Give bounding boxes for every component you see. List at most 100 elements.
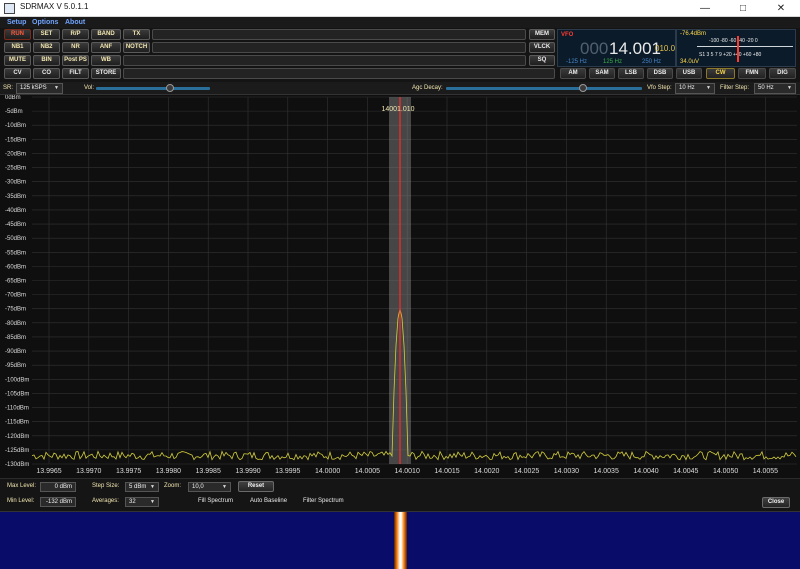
y-axis-label: -70dBm xyxy=(5,293,26,299)
store-button[interactable]: STORE xyxy=(91,68,121,79)
notch-button[interactable]: NOTCH xyxy=(123,42,150,53)
mode-cw-button[interactable]: CW xyxy=(706,68,735,79)
max-level-label: Max Level: xyxy=(7,483,37,489)
volume-slider-thumb[interactable] xyxy=(166,84,175,92)
close-window-button[interactable]: ✕ xyxy=(762,0,800,17)
y-axis-label: -20dBm xyxy=(5,151,26,157)
menu-options[interactable]: Options xyxy=(32,17,58,28)
y-axis-label: -25dBm xyxy=(5,166,26,172)
wb-button[interactable]: WB xyxy=(91,55,121,66)
x-axis-label: 13.9970 xyxy=(76,468,101,475)
spectrum-plot[interactable]: 0dBm -5dBm -10dBm -15dBm -20dBm -25dBm -30dBm -… xyxy=(0,95,800,478)
chevron-down-icon: ▼ xyxy=(150,484,155,490)
co-button[interactable]: CO xyxy=(33,68,60,79)
mode-fmn-button[interactable]: FMN xyxy=(738,68,766,79)
zoom-select[interactable]: 10,0 ▼ xyxy=(188,482,231,492)
mode-dsb-button[interactable]: DSB xyxy=(647,68,673,79)
rp-button[interactable]: R/P xyxy=(62,29,89,40)
s-meter: -76.4dBm -100 -80 -60 -40 -20 0 S1 3 5 7… xyxy=(676,29,796,67)
x-axis-label: 14.0005 xyxy=(355,468,380,475)
spectrum-settings: Max Level: 0 dBm Min Level: -132 dBm Ste… xyxy=(0,478,800,511)
cv-button[interactable]: CV xyxy=(4,68,31,79)
y-axis-label: -110dBm xyxy=(5,406,29,412)
x-axis-label: 14.0000 xyxy=(315,468,340,475)
y-axis-label: -50dBm xyxy=(5,236,26,242)
chevron-down-icon: ▼ xyxy=(54,85,59,91)
vfo-step-value: 10 Hz xyxy=(679,85,695,91)
vlck-button[interactable]: VLCK xyxy=(529,42,555,53)
window-title: SDRMAX V 5.0.1.1 xyxy=(20,2,89,11)
spectrum-display[interactable]: 0dBm -5dBm -10dBm -15dBm -20dBm -25dBm -30dBm -… xyxy=(0,95,800,478)
auto-baseline-toggle[interactable]: Auto Baseline xyxy=(250,498,287,504)
vfo-marker-label: 14001.010 xyxy=(381,106,414,113)
step-size-select[interactable]: 5 dBm ▼ xyxy=(125,482,159,492)
sample-rate-value: 125 kSPS xyxy=(20,85,47,91)
x-axis-label: 14.0015 xyxy=(434,468,459,475)
volume-slider[interactable] xyxy=(96,87,210,90)
min-level-field[interactable]: -132 dBm xyxy=(40,497,76,507)
y-axis-label: -5dBm xyxy=(5,109,23,115)
y-axis-label: -75dBm xyxy=(5,307,26,313)
run-button[interactable]: RUN xyxy=(4,29,31,40)
x-axis-label: 14.0045 xyxy=(673,468,698,475)
sdrmax-window: SDRMAX V 5.0.1.1 — □ ✕ Setup Options Abo… xyxy=(0,0,800,569)
waterfall-display[interactable] xyxy=(0,511,800,569)
nr-button[interactable]: NR xyxy=(62,42,89,53)
averages-label: Averages: xyxy=(92,498,119,504)
y-axis-label: -10dBm xyxy=(5,123,26,129)
mem-button[interactable]: MEM xyxy=(529,29,555,40)
y-axis-label: -40dBm xyxy=(5,208,26,214)
y-axis-label: -120dBm xyxy=(5,434,29,440)
vfo-frequency[interactable]: 14.001 xyxy=(609,39,661,59)
menu-bar: Setup Options About xyxy=(0,17,800,28)
min-level-label: Min Level: xyxy=(7,498,35,504)
mute-button[interactable]: MUTE xyxy=(4,55,31,66)
agc-decay-slider[interactable] xyxy=(446,87,642,90)
filter-step-select[interactable]: 50 Hz ▼ xyxy=(754,83,796,94)
bin-button[interactable]: BIN xyxy=(33,55,60,66)
tx-button[interactable]: TX xyxy=(123,29,150,40)
vfo-step-select[interactable]: 10 Hz ▼ xyxy=(675,83,715,94)
y-axis-label: -30dBm xyxy=(5,180,26,186)
nb1-button[interactable]: NB1 xyxy=(4,42,31,53)
max-level-field[interactable]: 0 dBm xyxy=(40,482,76,492)
x-axis-label: 14.0020 xyxy=(474,468,499,475)
averages-select[interactable]: 32 ▼ xyxy=(125,497,159,507)
close-settings-button[interactable]: Close xyxy=(762,497,790,508)
maximize-button[interactable]: □ xyxy=(724,0,762,17)
filt-button[interactable]: FILT xyxy=(62,68,89,79)
y-axis-label: -35dBm xyxy=(5,194,26,200)
sq-button[interactable]: SQ xyxy=(529,55,555,66)
mode-dig-button[interactable]: DIG xyxy=(769,68,796,79)
minimize-icon: — xyxy=(700,3,710,14)
y-axis-label: -65dBm xyxy=(5,279,26,285)
filter-spectrum-toggle[interactable]: Filter Spectrum xyxy=(303,498,344,504)
step-size-value: 5 dBm xyxy=(129,484,147,490)
reset-button[interactable]: Reset xyxy=(238,481,274,492)
anf-button[interactable]: ANF xyxy=(91,42,121,53)
mode-am-button[interactable]: AM xyxy=(560,68,586,79)
menu-about[interactable]: About xyxy=(65,17,85,28)
filter-step-value: 50 Hz xyxy=(758,85,774,91)
minimize-button[interactable]: — xyxy=(686,0,724,17)
menu-setup[interactable]: Setup xyxy=(7,17,26,28)
y-axis-label: -125dBm xyxy=(5,448,29,454)
s-meter-scale-line xyxy=(697,46,793,47)
y-axis-label: -15dBm xyxy=(5,137,26,143)
sample-rate-select[interactable]: 125 kSPS ▼ xyxy=(16,83,63,94)
agc-decay-slider-thumb[interactable] xyxy=(579,84,588,92)
mode-sam-button[interactable]: SAM xyxy=(589,68,615,79)
y-axis-label: -115dBm xyxy=(5,420,29,426)
x-axis-label: 14.0030 xyxy=(554,468,579,475)
chevron-down-icon: ▼ xyxy=(222,484,227,490)
band-button[interactable]: BAND xyxy=(91,29,121,40)
post-ps-button[interactable]: Post PS xyxy=(62,55,89,66)
vfo-display[interactable]: VFO 000 14.001 010.0 -125 Hz 125 Hz 250 … xyxy=(557,29,676,67)
mode-lsb-button[interactable]: LSB xyxy=(618,68,644,79)
title-bar: SDRMAX V 5.0.1.1 — □ ✕ xyxy=(0,0,800,17)
y-axis-label: -130dBm xyxy=(5,462,29,468)
nb2-button[interactable]: NB2 xyxy=(33,42,60,53)
set-button[interactable]: SET xyxy=(33,29,60,40)
mode-usb-button[interactable]: USB xyxy=(676,68,702,79)
fill-spectrum-toggle[interactable]: Fill Spectrum xyxy=(198,498,233,504)
